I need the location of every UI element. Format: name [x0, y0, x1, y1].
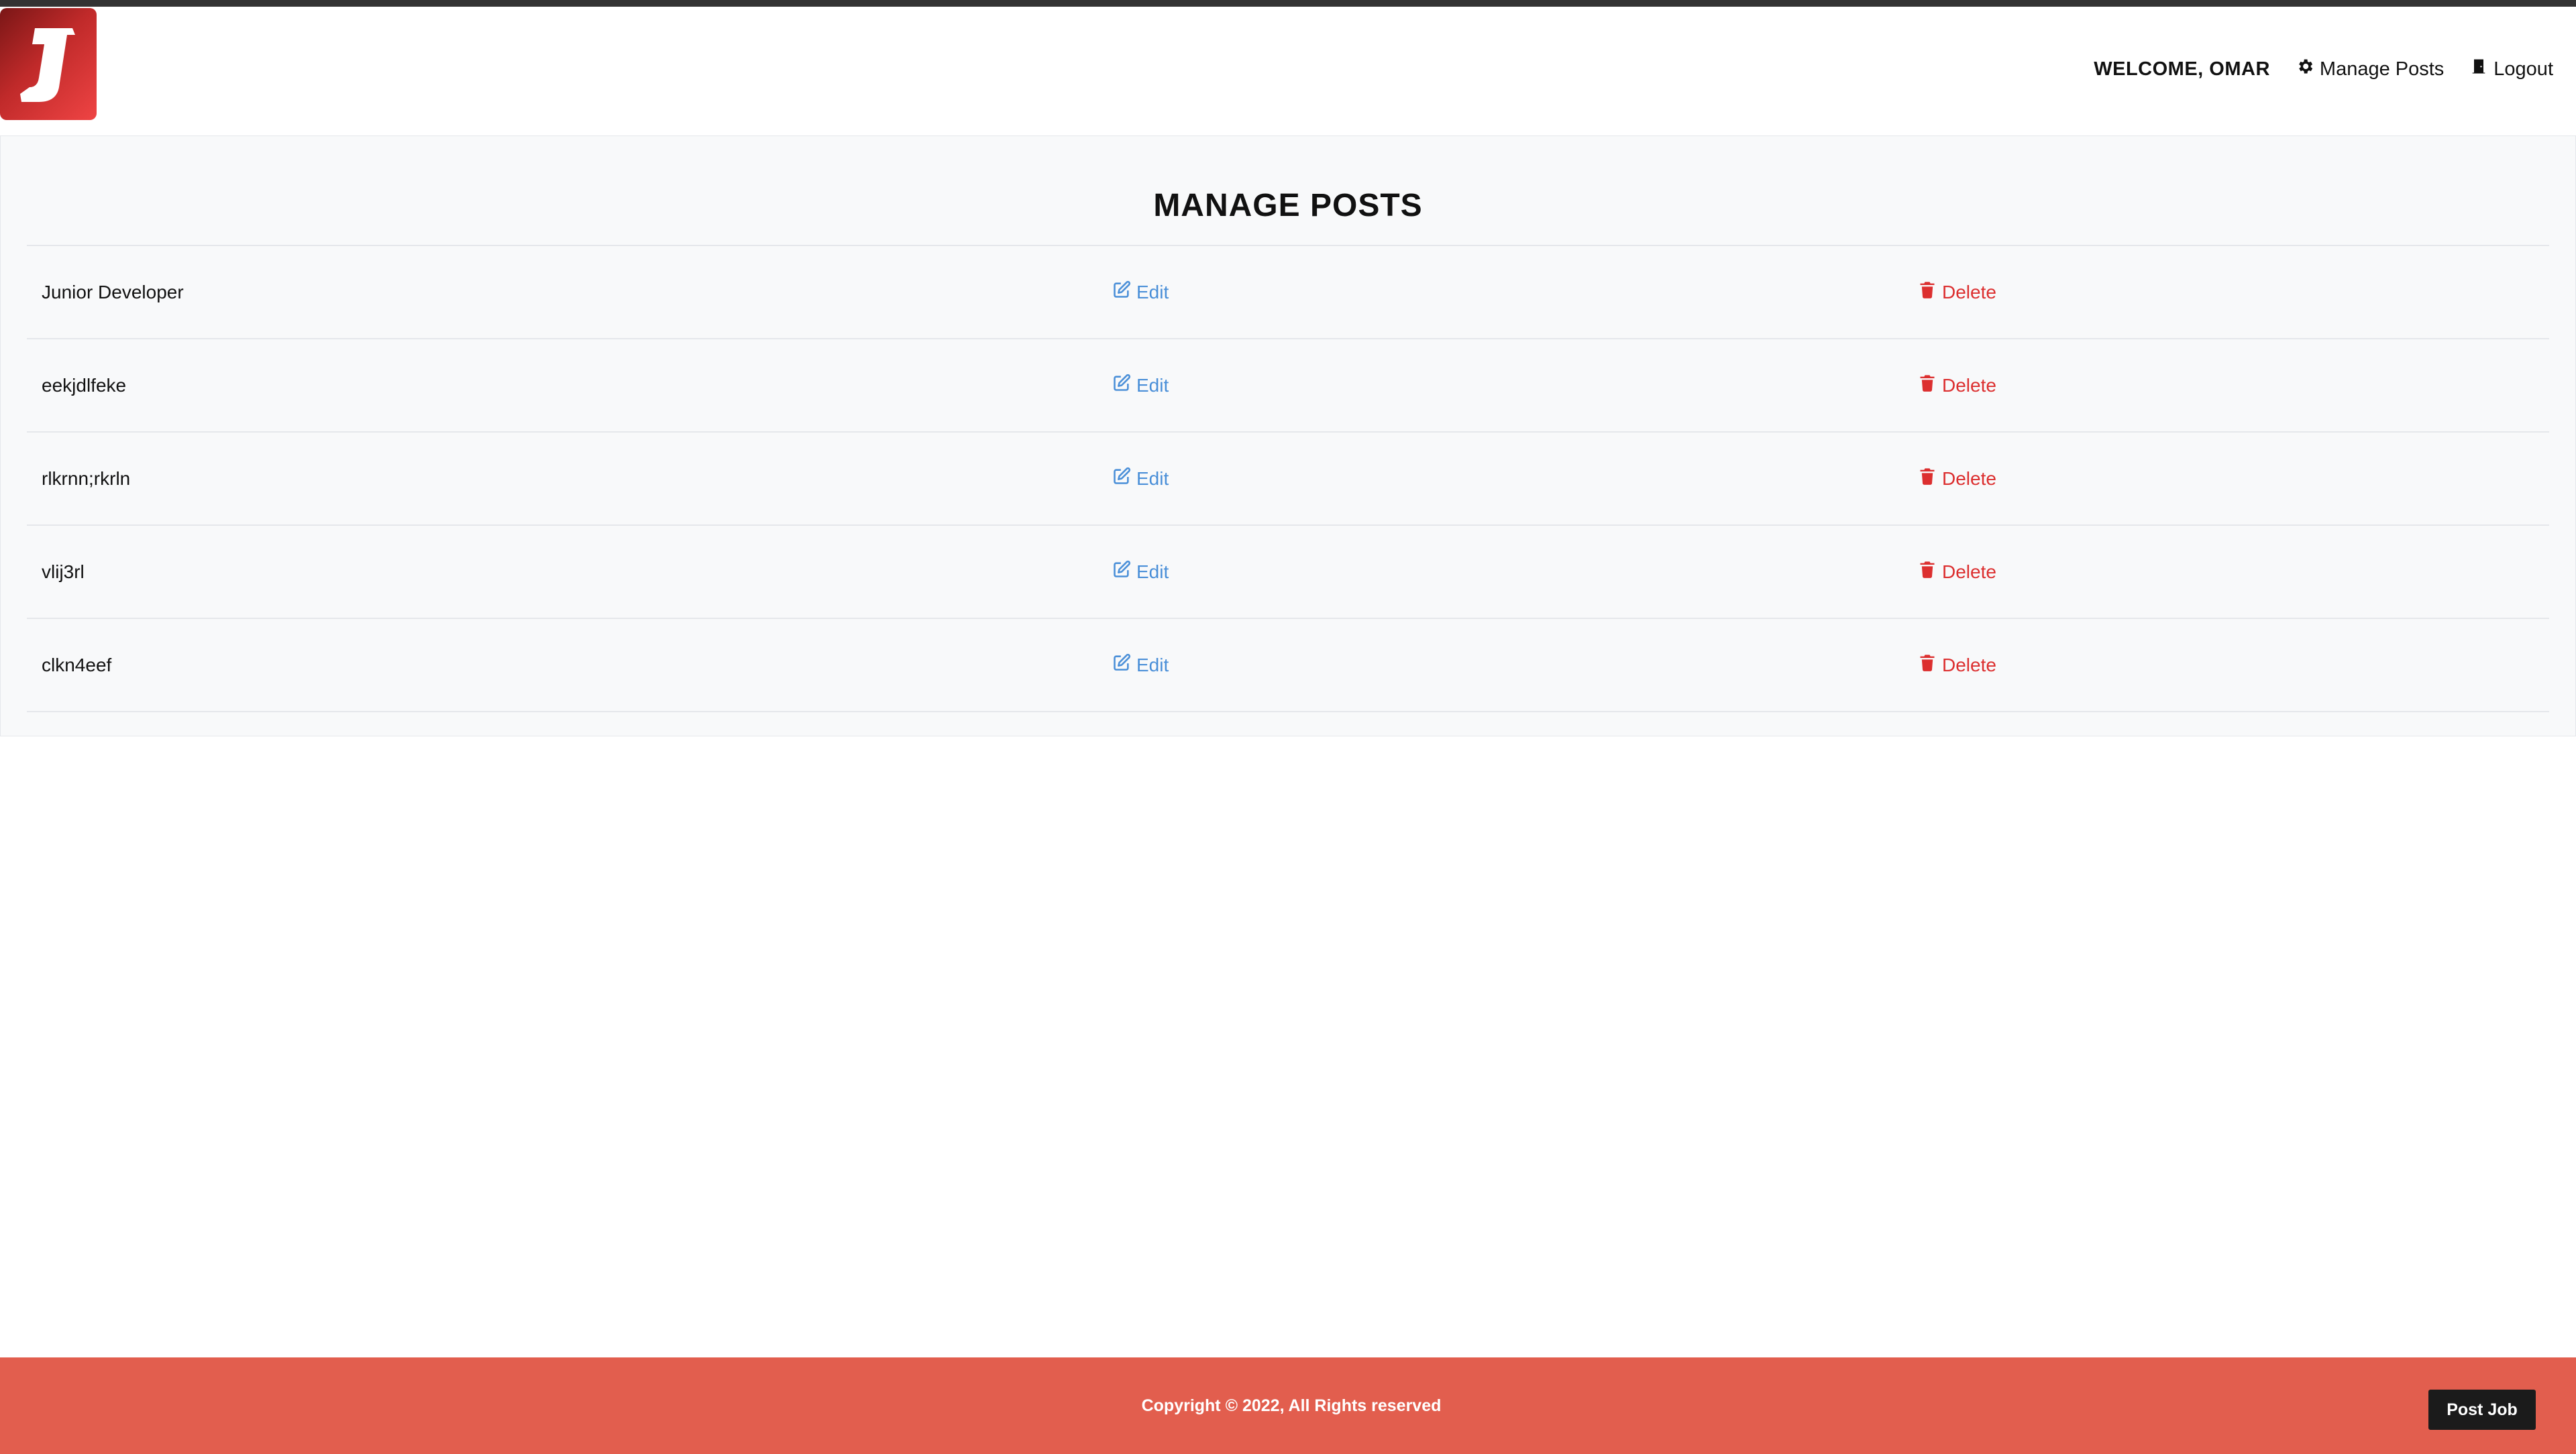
- table-row: Junior Developer Edit Delete: [27, 246, 2549, 339]
- door-icon: [2469, 57, 2488, 81]
- copyright-text: Copyright © 2022, All Rights reserved: [1141, 1396, 1442, 1415]
- edit-label: Edit: [1136, 374, 1169, 396]
- nav-right: WELCOME, OMAR Manage Posts Logout: [2094, 7, 2553, 131]
- nav-logout[interactable]: Logout: [2469, 57, 2553, 81]
- trash-icon: [1918, 280, 1937, 304]
- gear-icon: [2296, 57, 2314, 81]
- post-title: eekjdlfeke: [42, 374, 127, 396]
- delete-label: Delete: [1942, 467, 1996, 489]
- edit-icon: [1112, 560, 1131, 583]
- footer: Copyright © 2022, All Rights reserved Po…: [0, 1357, 2576, 1454]
- edit-icon: [1112, 653, 1131, 677]
- delete-label: Delete: [1942, 281, 1996, 302]
- post-title: Junior Developer: [42, 281, 184, 302]
- delete-label: Delete: [1942, 654, 1996, 675]
- post-title: clkn4eef: [42, 654, 112, 675]
- edit-button[interactable]: Edit: [1112, 339, 1169, 431]
- logo-icon[interactable]: [0, 8, 97, 120]
- edit-icon: [1112, 374, 1131, 397]
- delete-button[interactable]: Delete: [1918, 433, 1996, 524]
- manage-posts-panel: MANAGE POSTS Junior Developer Edit Delet…: [0, 135, 2576, 736]
- page-title: MANAGE POSTS: [1153, 188, 1423, 223]
- table-row: clkn4eef Edit Delete: [27, 619, 2549, 712]
- delete-label: Delete: [1942, 561, 1996, 582]
- edit-button[interactable]: Edit: [1112, 433, 1169, 524]
- welcome-text: WELCOME, OMAR: [2094, 58, 2270, 80]
- edit-button[interactable]: Edit: [1112, 526, 1169, 618]
- post-title: vlij3rl: [42, 561, 85, 582]
- edit-label: Edit: [1136, 281, 1169, 302]
- top-nav: WELCOME, OMAR Manage Posts Logout: [0, 7, 2576, 135]
- trash-icon: [1918, 653, 1937, 677]
- edit-label: Edit: [1136, 561, 1169, 582]
- edit-label: Edit: [1136, 654, 1169, 675]
- edit-button[interactable]: Edit: [1112, 246, 1169, 338]
- table-row: eekjdlfeke Edit Delete: [27, 339, 2549, 433]
- edit-icon: [1112, 467, 1131, 490]
- table-row: rlkrnn;rkrln Edit Delete: [27, 433, 2549, 526]
- delete-button[interactable]: Delete: [1918, 526, 1996, 618]
- edit-label: Edit: [1136, 467, 1169, 489]
- edit-icon: [1112, 280, 1131, 304]
- edit-button[interactable]: Edit: [1112, 619, 1169, 711]
- delete-label: Delete: [1942, 374, 1996, 396]
- posts-table: Junior Developer Edit Delete eekjdlfeke …: [27, 245, 2549, 712]
- trash-icon: [1918, 560, 1937, 583]
- delete-button[interactable]: Delete: [1918, 619, 1996, 711]
- post-title: rlkrnn;rkrln: [42, 467, 131, 489]
- trash-icon: [1918, 374, 1937, 397]
- post-job-button[interactable]: Post Job: [2428, 1390, 2536, 1430]
- table-row: vlij3rl Edit Delete: [27, 526, 2549, 619]
- delete-button[interactable]: Delete: [1918, 339, 1996, 431]
- delete-button[interactable]: Delete: [1918, 246, 1996, 338]
- top-strip: [0, 0, 2576, 7]
- nav-logout-label: Logout: [2493, 58, 2553, 80]
- nav-manage-posts-label: Manage Posts: [2319, 58, 2445, 80]
- nav-manage-posts[interactable]: Manage Posts: [2296, 57, 2444, 81]
- trash-icon: [1918, 467, 1937, 490]
